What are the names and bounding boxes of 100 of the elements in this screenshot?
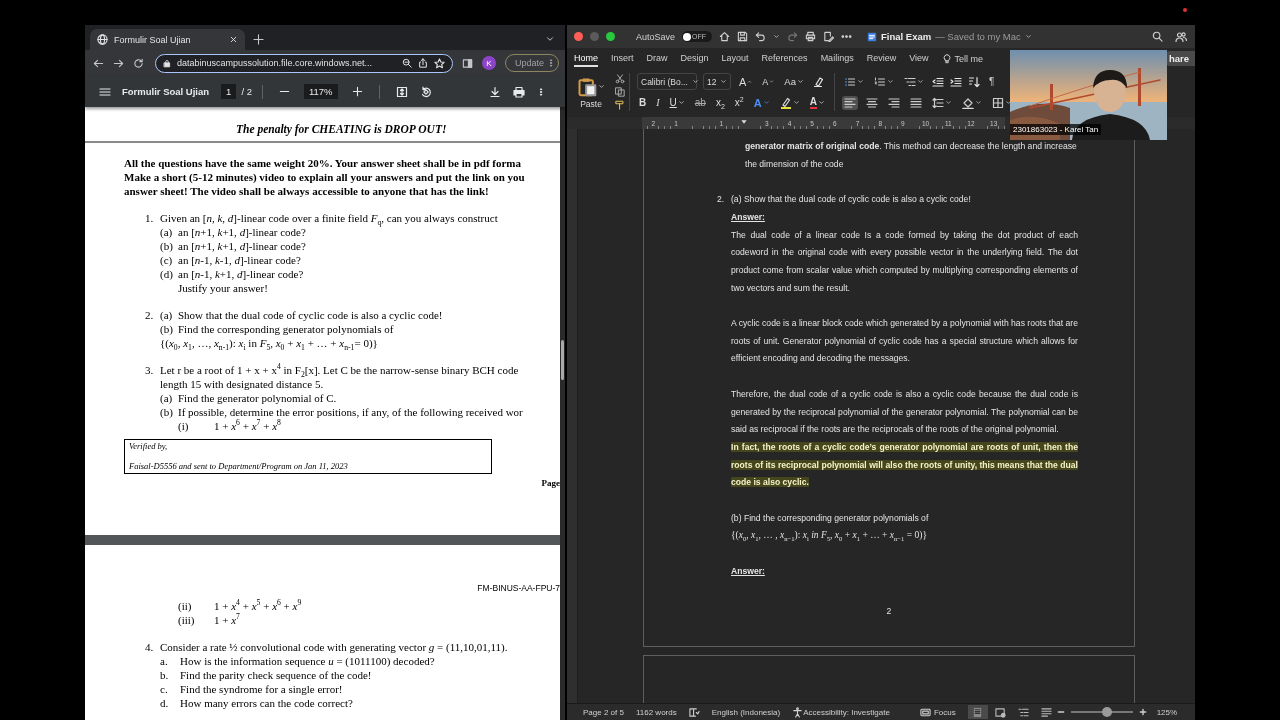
zoom-in-icon[interactable] xyxy=(1138,708,1147,716)
forward-icon[interactable] xyxy=(113,57,124,69)
caret-icon[interactable] xyxy=(817,99,825,106)
zoom-level[interactable]: 125% xyxy=(1156,707,1178,717)
caret-icon[interactable] xyxy=(886,78,894,85)
more-icon[interactable] xyxy=(547,58,555,68)
line-spacing-icon[interactable] xyxy=(931,96,944,109)
cut-icon[interactable] xyxy=(615,74,625,84)
align-left-button[interactable] xyxy=(841,95,858,110)
align-right-button[interactable] xyxy=(885,95,902,110)
align-justify-button[interactable] xyxy=(907,95,924,110)
caret-icon[interactable] xyxy=(797,78,804,85)
share-button[interactable]: hare xyxy=(1165,51,1195,66)
change-case-button[interactable]: Aa xyxy=(782,76,806,87)
ribbon-tab[interactable]: Home xyxy=(574,50,598,67)
save-icon[interactable] xyxy=(737,31,749,42)
ribbon-tab[interactable]: References xyxy=(761,50,808,67)
scroll-thumb[interactable] xyxy=(561,340,564,380)
sort-icon[interactable] xyxy=(967,75,980,88)
ribbon-tab[interactable]: Design xyxy=(680,50,709,67)
numbered-list-icon[interactable] xyxy=(873,75,886,88)
caret-icon[interactable] xyxy=(720,78,728,85)
new-tab-icon[interactable] xyxy=(253,34,264,45)
italic-button[interactable]: I xyxy=(654,97,662,108)
decrease-indent-icon[interactable] xyxy=(931,75,944,88)
browser-tab[interactable]: Formulir Soal Ujian xyxy=(90,29,245,50)
caret-icon[interactable] xyxy=(916,78,924,85)
accessibility-status[interactable]: Accessibility: Investigate xyxy=(803,707,890,717)
print-view-button[interactable] xyxy=(967,705,988,719)
undo-icon[interactable] xyxy=(755,31,767,42)
proofing-icon[interactable] xyxy=(688,706,700,718)
ribbon-tab[interactable]: View xyxy=(909,50,929,67)
bold-button[interactable]: B xyxy=(637,97,649,108)
zoom-in-icon[interactable] xyxy=(351,86,363,97)
tell-me-search[interactable]: Tell me xyxy=(954,53,984,64)
outline-view-icon[interactable] xyxy=(1018,706,1030,718)
clear-formatting-icon[interactable] xyxy=(812,75,824,88)
share-people-icon[interactable] xyxy=(1175,30,1187,43)
caret-icon[interactable] xyxy=(691,78,699,85)
caret-icon[interactable] xyxy=(974,99,982,106)
caret-icon[interactable] xyxy=(773,33,781,40)
draft-view-icon[interactable] xyxy=(1041,706,1053,718)
menu-icon[interactable] xyxy=(99,85,111,98)
format-painter-icon[interactable] xyxy=(615,100,625,110)
print-icon[interactable] xyxy=(513,85,525,98)
show-formatting-button[interactable]: ¶ xyxy=(985,76,998,87)
redo-icon[interactable] xyxy=(787,31,799,42)
text-effects-button[interactable]: A xyxy=(751,96,772,109)
ribbon-tab[interactable]: Mailings xyxy=(820,50,854,67)
subscript-button[interactable]: x$_{2}$ xyxy=(713,97,727,108)
borders-icon[interactable] xyxy=(991,96,1004,109)
zoom-out-icon[interactable] xyxy=(1056,708,1065,716)
caret-icon[interactable] xyxy=(792,99,800,106)
close-icon[interactable] xyxy=(229,35,238,44)
copy-icon[interactable] xyxy=(615,87,625,97)
fit-page-icon[interactable] xyxy=(395,85,408,98)
language-indicator[interactable]: English (Indonesia) xyxy=(711,707,781,717)
search-icon[interactable] xyxy=(1152,30,1163,42)
ribbon-tab[interactable]: Draw xyxy=(646,50,668,67)
grow-font-button[interactable]: A xyxy=(737,75,755,88)
font-name-field[interactable]: Calibri (Bo... xyxy=(637,73,697,90)
bullet-list-icon[interactable] xyxy=(843,75,856,88)
caret-icon[interactable] xyxy=(677,99,685,106)
chevron-down-icon[interactable] xyxy=(545,34,555,44)
superscript-button[interactable]: x$^{2}$ xyxy=(732,97,746,108)
increase-indent-icon[interactable] xyxy=(949,75,962,88)
focus-button[interactable]: Focus xyxy=(933,707,956,717)
caret-icon[interactable] xyxy=(944,99,952,106)
font-size-field[interactable]: 12 xyxy=(703,73,731,90)
strikethrough-button[interactable]: ab xyxy=(692,97,708,108)
align-center-button[interactable] xyxy=(863,95,880,110)
shrink-font-button[interactable]: A xyxy=(760,76,777,87)
reload-icon[interactable] xyxy=(133,57,144,69)
lightbulb-icon[interactable] xyxy=(941,53,952,64)
address-bar[interactable]: databinuscampussolution.file.core.windows.net... xyxy=(155,53,453,73)
profile-avatar[interactable]: K xyxy=(481,56,496,70)
download-icon[interactable] xyxy=(489,85,501,98)
edit-document-icon[interactable] xyxy=(823,31,835,42)
caret-icon[interactable] xyxy=(598,82,605,90)
zoom-icon[interactable] xyxy=(401,58,412,68)
underline-button[interactable]: U xyxy=(667,97,687,108)
star-icon[interactable] xyxy=(433,57,445,69)
web-view-icon[interactable] xyxy=(995,706,1007,718)
rotate-icon[interactable] xyxy=(419,85,432,98)
slider-thumb[interactable] xyxy=(1101,707,1112,717)
home-icon[interactable] xyxy=(719,31,731,42)
share-icon[interactable] xyxy=(417,58,428,68)
ribbon-tab[interactable]: Review xyxy=(866,50,897,67)
caret-icon[interactable] xyxy=(1004,99,1012,106)
paste-button[interactable]: Paste xyxy=(575,69,611,115)
print-view-icon[interactable] xyxy=(972,706,984,718)
multilevel-list-icon[interactable] xyxy=(903,75,916,88)
focus-icon[interactable] xyxy=(919,706,931,718)
more-icon[interactable] xyxy=(537,85,545,98)
ribbon-tab[interactable]: Insert xyxy=(611,50,634,67)
shading-icon[interactable] xyxy=(961,96,974,109)
close-button[interactable] xyxy=(574,32,583,41)
zoom-button[interactable] xyxy=(606,32,615,41)
caret-icon[interactable] xyxy=(856,78,864,85)
zoom-field[interactable]: 117% xyxy=(303,84,338,99)
